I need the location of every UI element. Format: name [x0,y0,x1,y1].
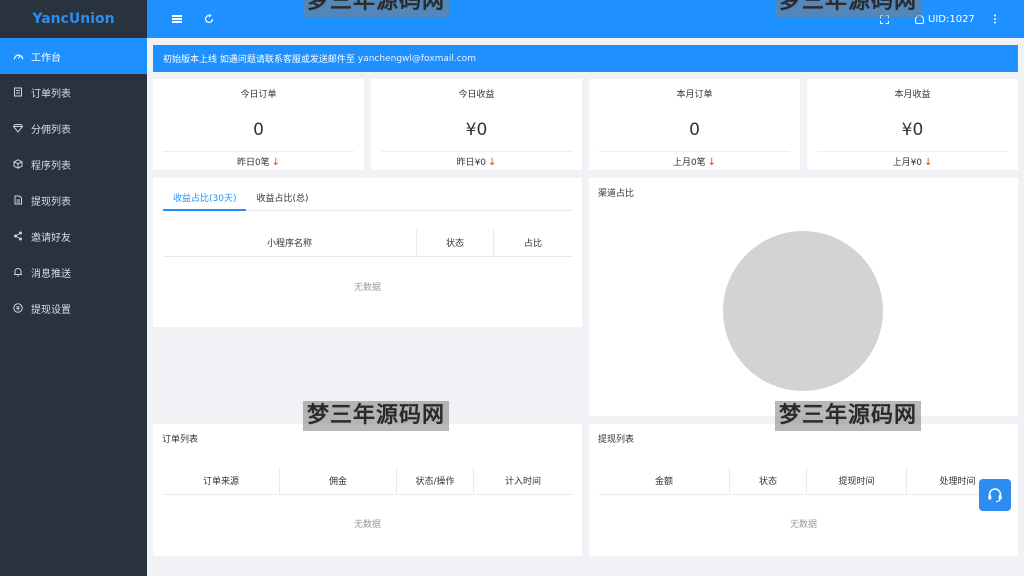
stat-compare: 上月¥0 ↓ [892,157,933,168]
watermark: 梦三年源码网 [303,401,450,431]
arrow-down-icon: ↓ [271,157,281,168]
revenue-tabs: 收益占比(30天) 收益占比(总) [163,187,572,211]
stat-value: 0 [689,120,700,140]
list-icon [12,86,24,98]
tab-revenue-30d[interactable]: 收益占比(30天) [163,187,247,211]
empty-state: 无数据 [789,520,817,530]
stat-card-month-revenue: 本月收益 ¥0 上月¥0 ↓ [807,79,1018,170]
stat-title: 本月订单 [676,90,713,100]
column-header[interactable]: 状态 [417,229,494,256]
tab-revenue-total[interactable]: 收益占比(总) [246,187,318,211]
stat-title: 今日收益 [458,90,495,100]
withdrawals-panel: 提现列表 金额 状态 提现时间 处理时间 无数据 [589,424,1018,556]
stat-value: ¥0 [465,120,488,140]
customer-service-button[interactable] [979,479,1011,511]
sidebar-item-label: 分佣列表 [31,124,71,136]
share-icon [12,230,24,242]
channel-share-panel: 渠道占比 [589,178,1018,416]
sidebar-item-dashboard[interactable]: 工作台 [0,38,147,74]
column-header[interactable]: 佣金 [280,467,397,494]
panel-title: 订单列表 [162,435,199,445]
sidebar-item-messages[interactable]: 消息推送 [0,254,147,290]
sidebar-item-label: 程序列表 [31,160,71,172]
arrow-down-icon: ↓ [707,157,717,168]
stat-compare: 昨日0笔 ↓ [236,157,281,168]
sidebar: YancUnion 工作台 订单列表 分佣列表 程序列表 提现列表 邀请好友 消… [0,0,147,576]
panel-title: 渠道占比 [598,189,635,199]
document-icon [12,194,24,206]
stat-value: ¥0 [901,120,924,140]
notice-email[interactable]: yanchengwl@foxmail.com [358,54,476,64]
column-header[interactable]: 占比 [494,229,572,256]
menu-toggle-button[interactable] [169,11,185,27]
refresh-icon [204,14,214,24]
arrow-down-icon: ↓ [488,157,497,168]
brand-logo[interactable]: YancUnion [0,0,147,38]
arrow-down-icon: ↓ [924,157,933,168]
stat-title: 本月收益 [894,90,931,100]
column-header[interactable]: 金额 [599,467,730,494]
empty-state: 无数据 [353,520,381,530]
sidebar-item-label: 工作台 [31,52,61,64]
empty-state: 无数据 [353,283,381,293]
notice-text: 初始版本上线 如遇问题请联系客服或发送邮件至 [163,55,355,65]
sidebar-item-invite[interactable]: 邀请好友 [0,218,147,254]
column-header[interactable]: 状态 [730,467,807,494]
revenue-table-header: 小程序名称 状态 占比 [163,229,572,257]
watermark: 梦三年源码网 [775,0,922,17]
diamond-icon [12,122,24,134]
stat-title: 今日订单 [240,90,277,100]
sidebar-item-withdraw-settings[interactable]: 提现设置 [0,290,147,326]
watermark: 梦三年源码网 [303,0,450,17]
orders-table-header: 订单来源 佣金 状态/操作 计入时间 [163,467,572,495]
dashboard-icon [12,50,24,62]
pie-placeholder [723,231,883,391]
headset-icon [988,488,1002,503]
column-header[interactable]: 计入时间 [474,467,572,494]
sidebar-item-programs[interactable]: 程序列表 [0,146,147,182]
watermark: 梦三年源码网 [775,401,922,431]
more-vertical-icon [994,14,996,24]
money-icon [12,302,24,314]
user-id: UID:1027 [928,13,975,25]
notice-banner: 初始版本上线 如遇问题请联系客服或发送邮件至 yanchengwl@foxmai… [153,45,1018,72]
sidebar-item-label: 消息推送 [31,268,71,280]
sidebar-item-label: 提现设置 [31,304,71,316]
more-button[interactable] [987,11,1003,27]
panel-title: 提现列表 [598,435,635,445]
stat-compare: 昨日¥0 ↓ [456,157,497,168]
column-header[interactable]: 订单来源 [163,467,280,494]
sidebar-item-withdrawals[interactable]: 提现列表 [0,182,147,218]
channel-pie-chart [723,231,883,391]
sidebar-item-commission[interactable]: 分佣列表 [0,110,147,146]
revenue-share-panel: 收益占比(30天) 收益占比(总) 小程序名称 状态 占比 无数据 [153,178,582,327]
refresh-button[interactable] [201,11,217,27]
hamburger-icon [172,14,182,25]
column-header[interactable]: 提现时间 [807,467,907,494]
sidebar-item-orders[interactable]: 订单列表 [0,74,147,110]
stat-card-month-orders: 本月订单 0 上月0笔 ↓ [589,79,800,170]
bell-icon [12,266,24,278]
withdrawals-table-header: 金额 状态 提现时间 处理时间 [599,467,1008,495]
stat-card-today-revenue: 今日收益 ¥0 昨日¥0 ↓ [371,79,582,170]
stat-compare: 上月0笔 ↓ [672,157,717,168]
orders-panel: 订单列表 订单来源 佣金 状态/操作 计入时间 无数据 [153,424,582,556]
stat-value: 0 [253,120,264,140]
stat-card-today-orders: 今日订单 0 昨日0笔 ↓ [153,79,364,170]
sidebar-item-label: 订单列表 [31,88,71,100]
column-header[interactable]: 状态/操作 [397,467,474,494]
sidebar-item-label: 邀请好友 [31,232,71,244]
cube-icon [12,158,24,170]
column-header[interactable]: 小程序名称 [163,229,417,256]
user-menu[interactable]: UID:1027 [915,11,975,27]
sidebar-item-label: 提现列表 [31,196,71,208]
